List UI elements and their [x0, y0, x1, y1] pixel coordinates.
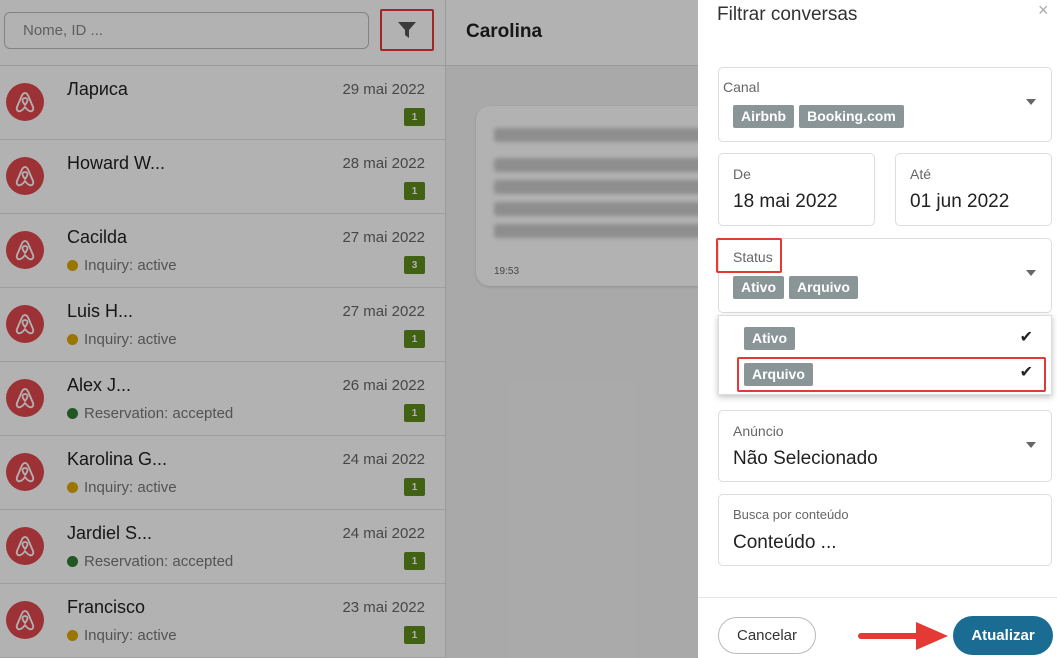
status-dropdown: Ativo ✔ Arquivo ✔: [718, 315, 1052, 395]
date-from-label: De: [733, 166, 751, 182]
canal-select[interactable]: Canal Airbnb Booking.com: [718, 67, 1052, 142]
option-label: Arquivo: [744, 363, 813, 386]
status-label-highlight: Status: [716, 238, 782, 273]
content-search-label: Busca por conteúdo: [733, 507, 849, 522]
panel-divider: [698, 597, 1057, 598]
date-to-field[interactable]: Até 01 jun 2022: [895, 153, 1052, 226]
status-option-arquivo[interactable]: Arquivo ✔: [719, 358, 1053, 392]
status-select[interactable]: Status Ativo Arquivo: [716, 238, 1052, 313]
anuncio-value: Não Selecionado: [733, 448, 878, 469]
caret-down-icon: [1026, 99, 1036, 105]
modal-backdrop[interactable]: [0, 0, 698, 658]
canal-chip-booking[interactable]: Booking.com: [799, 105, 904, 128]
caret-down-icon: [1026, 270, 1036, 276]
content-search-field[interactable]: Busca por conteúdo Conteúdo ...: [718, 494, 1052, 566]
status-label: Status: [733, 249, 773, 265]
check-icon: ✔: [1019, 329, 1033, 346]
status-chip-arquivo[interactable]: Arquivo: [789, 276, 858, 299]
date-to-value: 01 jun 2022: [910, 191, 1010, 212]
anuncio-label: Anúncio: [733, 423, 784, 439]
panel-title: Filtrar conversas: [717, 4, 858, 25]
close-icon[interactable]: ×: [1038, 0, 1049, 21]
check-icon: ✔: [1019, 364, 1033, 381]
caret-down-icon: [1026, 442, 1036, 448]
option-label: Ativo: [744, 327, 795, 350]
cancel-button[interactable]: Cancelar: [718, 617, 816, 654]
date-from-field[interactable]: De 18 mai 2022: [718, 153, 875, 226]
date-from-value: 18 mai 2022: [733, 191, 838, 212]
canal-label: Canal: [723, 79, 760, 95]
date-to-label: Até: [910, 166, 932, 182]
status-chip-ativo[interactable]: Ativo: [733, 276, 784, 299]
status-option-ativo[interactable]: Ativo ✔: [719, 320, 1053, 354]
canal-chip-airbnb[interactable]: Airbnb: [733, 105, 795, 128]
arrow-right-icon: [858, 622, 948, 650]
update-button[interactable]: Atualizar: [953, 616, 1053, 655]
content-search-input[interactable]: Conteúdo ...: [733, 532, 837, 554]
anuncio-select[interactable]: Anúncio Não Selecionado: [718, 410, 1052, 482]
